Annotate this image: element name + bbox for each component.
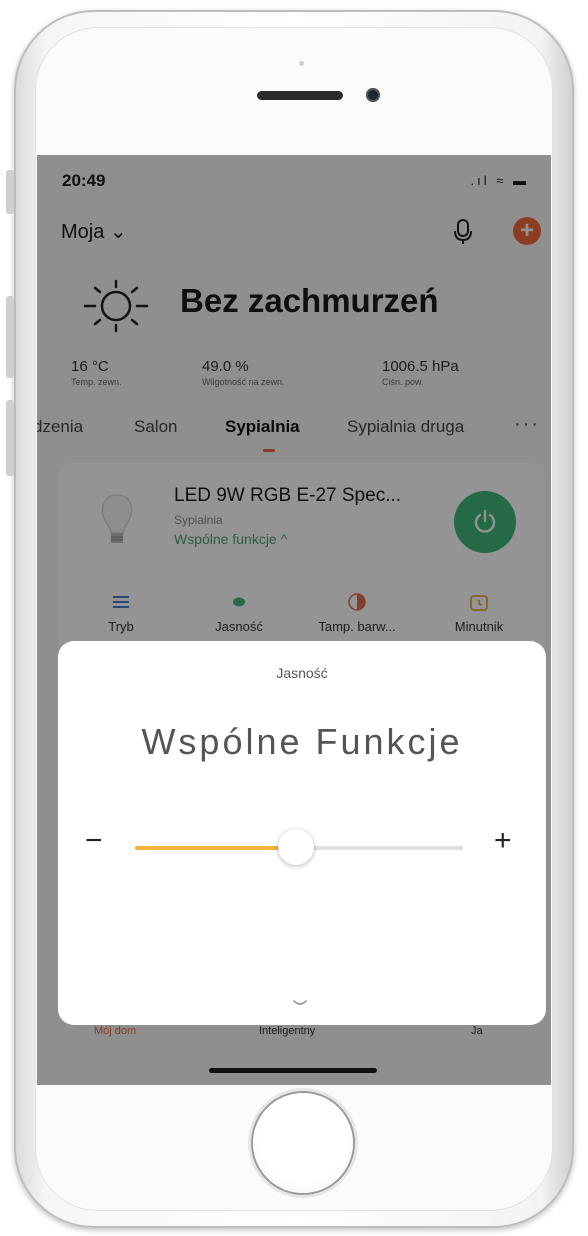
volume-down-button bbox=[6, 400, 14, 476]
brightness-slider[interactable] bbox=[135, 829, 463, 865]
chevron-down-icon[interactable] bbox=[292, 999, 308, 1007]
front-camera bbox=[366, 88, 380, 102]
earpiece-speaker bbox=[257, 91, 343, 100]
sheet-heading: Wspólne Funkcje bbox=[141, 721, 463, 762]
slider-fill bbox=[135, 846, 296, 850]
increase-button[interactable]: + bbox=[494, 826, 512, 856]
proximity-sensor bbox=[299, 61, 304, 66]
brightness-sheet: Jasność Wspólne Funkcje − + bbox=[58, 641, 546, 1025]
phone-screen: 20:49 .ıl ≈ ▬ Moja ⌄ + Bez zachmurzeń 16… bbox=[37, 155, 551, 1085]
mute-switch bbox=[6, 170, 14, 214]
slider-thumb[interactable] bbox=[277, 829, 314, 865]
home-indicator[interactable] bbox=[209, 1068, 377, 1073]
home-button[interactable] bbox=[253, 1093, 353, 1193]
sheet-title: Jasność bbox=[276, 665, 328, 681]
decrease-button[interactable]: − bbox=[85, 826, 103, 856]
volume-up-button bbox=[6, 296, 14, 378]
